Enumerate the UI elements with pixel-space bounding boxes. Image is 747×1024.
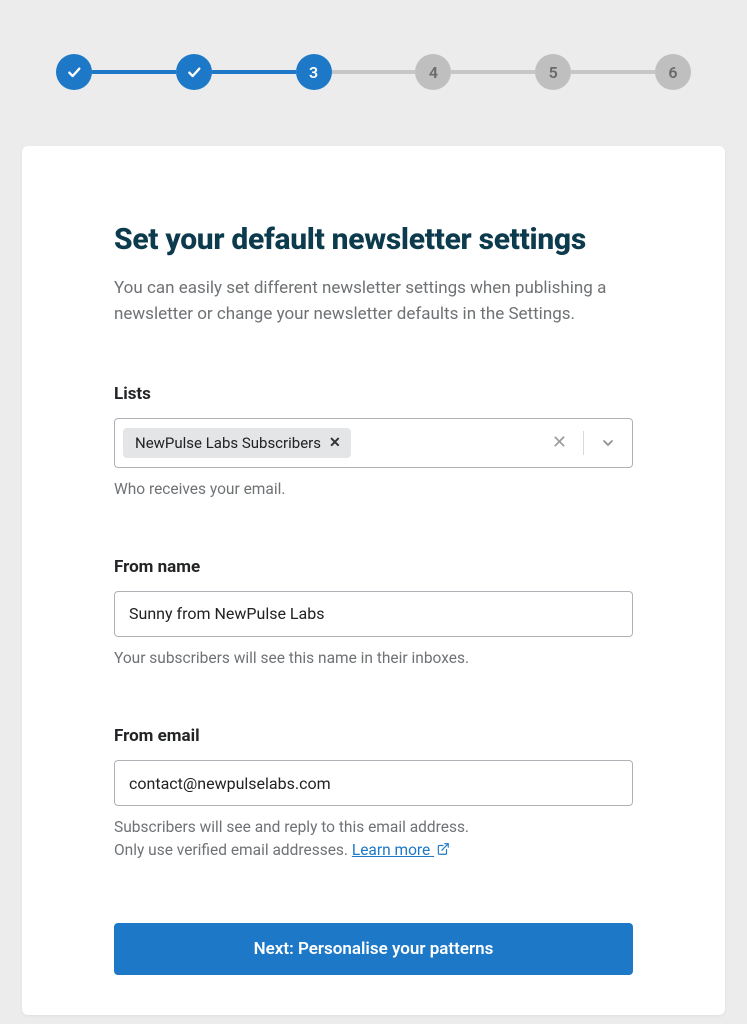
chevron-down-icon[interactable] [590, 435, 624, 451]
remove-tag-icon[interactable]: ✕ [329, 436, 341, 450]
page-subtitle: You can easily set different newsletter … [114, 275, 633, 328]
page-title: Set your default newsletter settings [114, 222, 633, 257]
list-tag-label: NewPulse Labs Subscribers [135, 434, 321, 452]
from-email-field-group: From email Subscribers will see and repl… [114, 726, 633, 863]
step-line-4-5 [451, 70, 535, 74]
learn-more-link[interactable]: Learn more [352, 841, 450, 859]
check-icon [66, 64, 82, 80]
external-link-icon [436, 842, 450, 856]
next-button[interactable]: Next: Personalise your patterns [114, 923, 633, 975]
step-5: 5 [535, 54, 571, 90]
from-name-helper: Your subscribers will see this name in t… [114, 647, 633, 670]
progress-stepper: 3 4 5 6 [0, 54, 747, 90]
step-3[interactable]: 3 [296, 54, 332, 90]
from-name-field-group: From name Your subscribers will see this… [114, 557, 633, 670]
step-line-3-4 [332, 70, 416, 74]
step-line-2-3 [212, 70, 296, 74]
step-4: 4 [415, 54, 451, 90]
lists-helper: Who receives your email. [114, 478, 633, 501]
from-email-label: From email [114, 726, 633, 746]
step-line-5-6 [571, 70, 655, 74]
from-email-helper-line2: Only use verified email addresses. [114, 841, 352, 859]
step-6: 6 [655, 54, 691, 90]
lists-label: Lists [114, 384, 633, 404]
lists-select[interactable]: NewPulse Labs Subscribers ✕ ✕ [114, 418, 633, 468]
from-email-input[interactable] [114, 760, 633, 806]
from-name-input[interactable] [114, 591, 633, 637]
from-email-helper: Subscribers will see and reply to this e… [114, 816, 633, 863]
from-name-label: From name [114, 557, 633, 577]
clear-icon[interactable]: ✕ [542, 432, 577, 453]
select-divider [583, 431, 584, 455]
lists-field-group: Lists NewPulse Labs Subscribers ✕ ✕ Who … [114, 384, 633, 501]
step-2[interactable] [176, 54, 212, 90]
list-tag: NewPulse Labs Subscribers ✕ [123, 428, 351, 458]
step-line-1-2 [92, 70, 176, 74]
from-email-helper-line1: Subscribers will see and reply to this e… [114, 818, 469, 836]
check-icon [186, 64, 202, 80]
step-1[interactable] [56, 54, 92, 90]
settings-card: Set your default newsletter settings You… [22, 146, 725, 1015]
